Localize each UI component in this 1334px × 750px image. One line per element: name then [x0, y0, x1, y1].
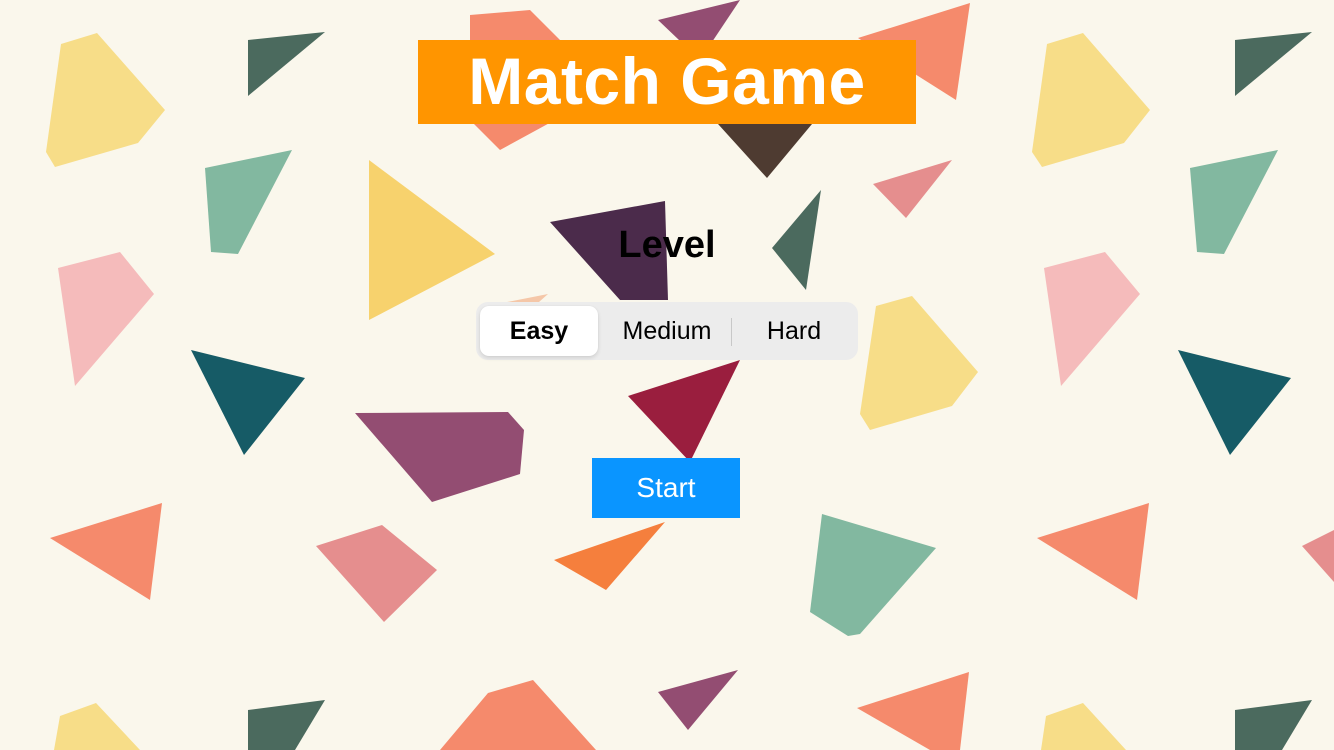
level-option-easy[interactable]: Easy	[480, 306, 598, 356]
bg-shape	[810, 514, 936, 636]
bg-shape	[860, 296, 978, 430]
page-title: Match Game	[468, 44, 866, 118]
bg-shape	[1037, 503, 1149, 600]
bg-shape	[248, 32, 325, 96]
bg-shape	[248, 700, 325, 750]
bg-shape	[554, 522, 665, 590]
bg-shape	[355, 412, 524, 502]
bg-shape	[1041, 703, 1126, 750]
bg-shape	[440, 680, 596, 750]
bg-shape	[718, 124, 812, 178]
bg-shape	[1044, 252, 1140, 386]
title-banner: Match Game	[418, 40, 916, 124]
bg-shape	[1178, 350, 1291, 455]
bg-shape	[58, 252, 154, 386]
bg-shape	[628, 360, 740, 462]
bg-shape	[54, 703, 140, 750]
level-option-medium[interactable]: Medium	[600, 306, 734, 356]
bg-shape	[1235, 32, 1312, 96]
bg-shape	[1032, 33, 1150, 167]
bg-shape	[316, 525, 437, 622]
start-button[interactable]: Start	[592, 458, 740, 518]
level-segmented-control: Easy Medium Hard	[476, 302, 858, 360]
bg-shape	[191, 350, 305, 455]
bg-shape	[658, 670, 738, 730]
bg-shape	[1302, 530, 1334, 582]
bg-shape	[873, 160, 952, 218]
bg-shape	[46, 33, 165, 167]
bg-shape	[857, 672, 969, 750]
bg-shape	[1235, 700, 1312, 750]
level-option-hard[interactable]: Hard	[732, 306, 856, 356]
app-screen: Match Game Level Easy Medium Hard Start	[0, 0, 1334, 750]
level-label: Level	[618, 224, 716, 266]
bg-shape	[50, 503, 162, 600]
